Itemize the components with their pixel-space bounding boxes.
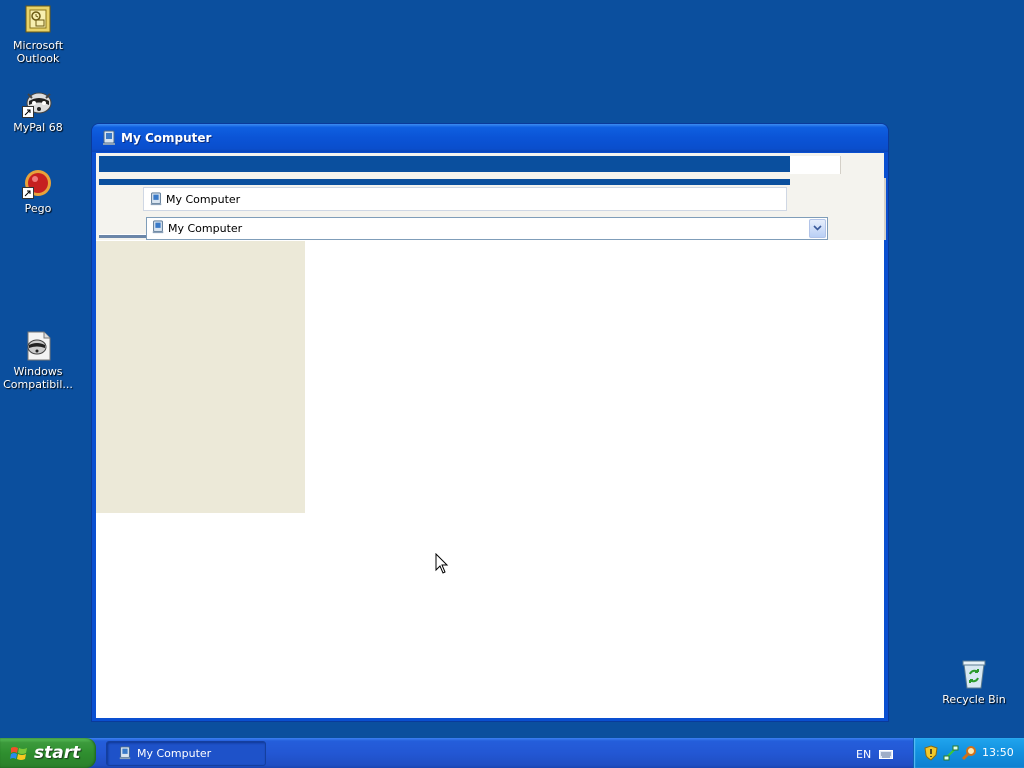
window-client-area: My Computer My Computer bbox=[96, 153, 886, 718]
desktop-icon-label: Pego bbox=[24, 202, 52, 215]
breadcrumb-label: My Computer bbox=[166, 193, 241, 206]
computer-icon bbox=[149, 192, 163, 209]
pego-icon bbox=[22, 167, 54, 199]
security-shield-icon[interactable] bbox=[924, 745, 938, 764]
taskbar-button-my-computer[interactable]: My Computer bbox=[106, 741, 266, 766]
language-indicator[interactable]: EN bbox=[856, 748, 871, 761]
computer-icon bbox=[101, 130, 117, 146]
window-titlebar[interactable]: My Computer bbox=[92, 124, 888, 152]
compat-icon bbox=[22, 330, 54, 362]
outlook-icon bbox=[22, 4, 54, 36]
breadcrumb[interactable]: My Computer bbox=[143, 187, 787, 211]
taskbar: start My Computer EN 13:50 bbox=[0, 738, 1024, 768]
taskbar-button-label: My Computer bbox=[137, 747, 212, 760]
desktop-icon-recycle-bin[interactable]: Recycle Bin bbox=[936, 658, 1012, 706]
menu-bar-spacer bbox=[790, 156, 841, 174]
recycle-bin-icon bbox=[958, 658, 990, 690]
desktop-icon-label: Compatibil... bbox=[3, 378, 73, 391]
chevron-down-icon[interactable] bbox=[809, 219, 826, 238]
address-combo[interactable]: My Computer bbox=[146, 217, 828, 240]
desktop-icon-mypal[interactable]: MyPal 68 bbox=[0, 86, 76, 134]
menu-bar-strip bbox=[99, 156, 790, 172]
desktop-icon-outlook[interactable]: Microsoft Outlook bbox=[0, 4, 76, 65]
computer-icon bbox=[151, 220, 165, 237]
start-button[interactable]: start bbox=[0, 738, 96, 768]
clock[interactable]: 13:50 bbox=[982, 746, 1014, 759]
desktop-icon-label: MyPal 68 bbox=[13, 121, 63, 134]
shortcut-arrow-icon bbox=[22, 106, 34, 118]
desktop-icon-label: Windows bbox=[13, 365, 63, 378]
raccoon-icon bbox=[22, 86, 54, 118]
desktop-icon-label: Recycle Bin bbox=[942, 693, 1006, 706]
search-icon[interactable] bbox=[961, 745, 977, 764]
system-tray: 13:50 bbox=[913, 738, 1024, 768]
start-label: start bbox=[34, 743, 81, 763]
computer-icon bbox=[118, 746, 132, 763]
menu-bar bbox=[96, 153, 884, 179]
desktop-icon-pego[interactable]: Pego bbox=[0, 167, 76, 215]
mouse-pointer-icon bbox=[435, 552, 449, 578]
shortcut-arrow-icon bbox=[22, 187, 34, 199]
desktop-icon-compat[interactable]: Windows Compatibil... bbox=[0, 330, 76, 391]
desktop-icon-label: Microsoft bbox=[12, 39, 64, 52]
task-pane bbox=[96, 241, 305, 513]
desktop-icon-label: Outlook bbox=[16, 52, 60, 65]
network-icon[interactable] bbox=[943, 745, 959, 764]
window-title: My Computer bbox=[121, 131, 212, 145]
keyboard-icon[interactable] bbox=[879, 749, 893, 762]
toolbar-strip bbox=[99, 179, 790, 185]
my-computer-window[interactable]: My Computer My Computer My Computer bbox=[92, 124, 888, 721]
address-combo-value: My Computer bbox=[168, 222, 243, 235]
windows-logo-icon bbox=[10, 745, 28, 766]
